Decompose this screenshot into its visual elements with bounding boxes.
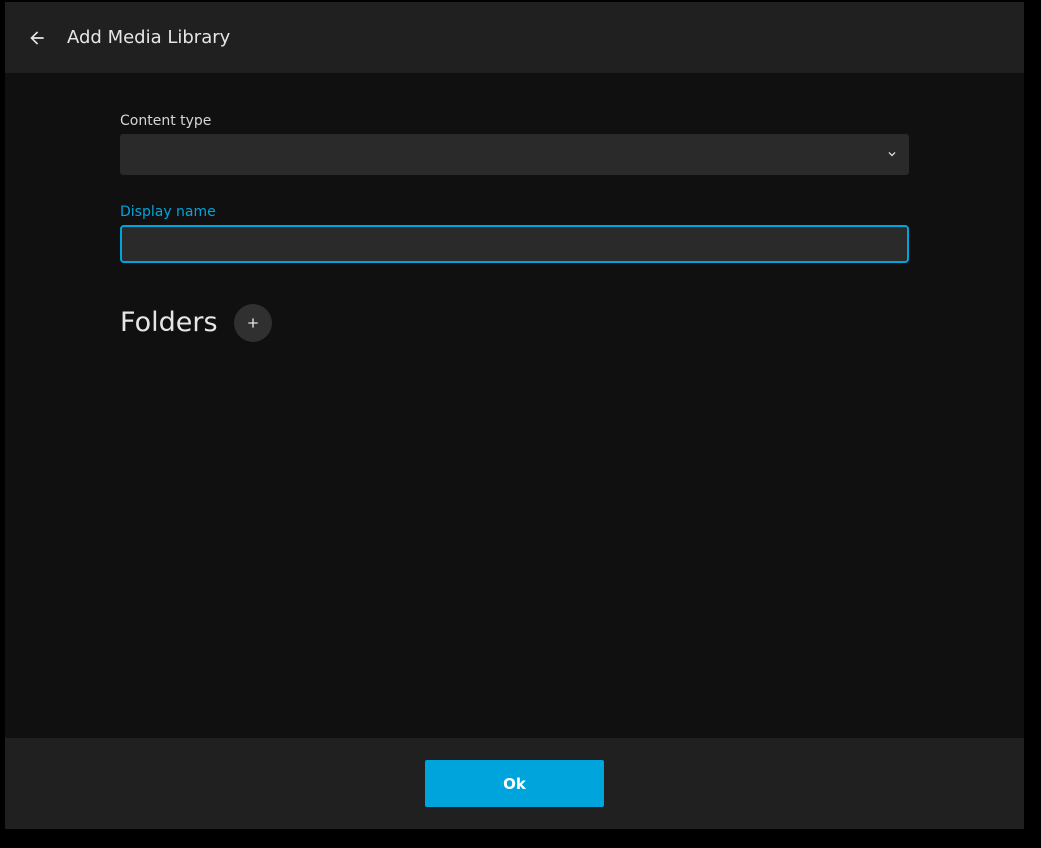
add-media-library-dialog: Add Media Library Content type Display n… <box>5 2 1024 829</box>
plus-icon <box>247 318 258 328</box>
page-title: Add Media Library <box>67 27 231 48</box>
folders-heading: Folders <box>120 307 218 338</box>
back-button[interactable] <box>23 24 51 52</box>
arrow-left-icon <box>30 31 44 45</box>
dialog-header: Add Media Library <box>5 2 1024 73</box>
content-type-label: Content type <box>120 113 212 129</box>
add-folder-button[interactable] <box>233 304 272 342</box>
chevron-down-icon <box>888 152 896 157</box>
content-type-select[interactable] <box>120 134 909 175</box>
folders-section: Folders <box>120 303 272 343</box>
display-name-field[interactable] <box>120 225 909 263</box>
dialog-footer: Ok <box>5 738 1024 829</box>
display-name-label: Display name <box>120 204 216 220</box>
ok-button[interactable]: Ok <box>425 760 604 807</box>
